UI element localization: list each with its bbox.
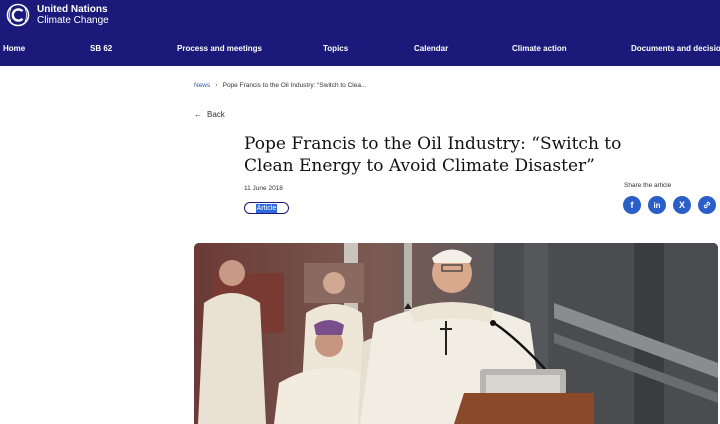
- x-share-button[interactable]: X: [673, 196, 691, 214]
- nav-item-climate-action[interactable]: Climate action: [512, 44, 567, 53]
- pope-speaking-photo: [194, 243, 718, 424]
- article-type-label: Article: [255, 203, 278, 213]
- nav-item-process-and-meetings[interactable]: Process and meetings: [177, 44, 262, 53]
- breadcrumb-current: Pope Francis to the Oil Industry: “Switc…: [222, 82, 367, 89]
- nav-item-home[interactable]: Home: [3, 44, 25, 53]
- back-link[interactable]: ← Back: [194, 110, 225, 119]
- nav-item-documents-and-decisions[interactable]: Documents and decisions: [631, 44, 720, 53]
- chevron-right-icon: ›: [215, 82, 218, 89]
- brand-name: United Nations: [37, 4, 108, 15]
- link-icon: [703, 201, 711, 209]
- brand-subtitle: Climate Change: [37, 15, 109, 26]
- page-title: Pope Francis to the Oil Industry: “Switc…: [244, 134, 622, 176]
- facebook-share-button[interactable]: f: [623, 196, 641, 214]
- article-date: 11 June 2018: [244, 185, 283, 192]
- arrow-left-icon: ←: [194, 110, 202, 119]
- share-label: Share the article: [624, 182, 672, 189]
- breadcrumb: News › Pope Francis to the Oil Industry:…: [194, 82, 366, 89]
- brand-logo-link[interactable]: United Nations Climate Change: [5, 3, 109, 27]
- nav-item-sb62[interactable]: SB 62: [90, 44, 112, 53]
- article-type-tag[interactable]: Article: [244, 202, 289, 214]
- share-buttons: f in X: [623, 196, 720, 214]
- hero-image: [194, 243, 718, 424]
- main-nav: Home SB 62 Process and meetings Topics C…: [0, 44, 720, 58]
- nav-item-topics[interactable]: Topics: [323, 44, 348, 53]
- back-label: Back: [207, 110, 225, 119]
- nav-item-calendar[interactable]: Calendar: [414, 44, 448, 53]
- breadcrumb-news-link[interactable]: News: [194, 82, 210, 89]
- site-header: United Nations Climate Change Home SB 62…: [0, 0, 720, 66]
- linkedin-icon: in: [653, 200, 661, 210]
- unfccc-logo-icon: [6, 3, 30, 27]
- linkedin-share-button[interactable]: in: [648, 196, 666, 214]
- facebook-icon: f: [630, 200, 634, 210]
- x-icon: X: [678, 200, 685, 210]
- copy-link-button[interactable]: [698, 196, 716, 214]
